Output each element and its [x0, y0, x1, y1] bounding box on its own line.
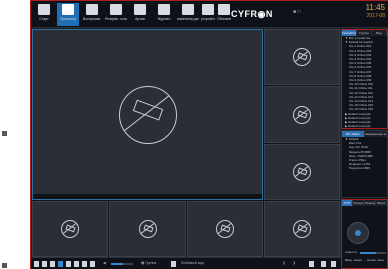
alarm-icon	[182, 4, 194, 15]
archive-icon	[134, 4, 146, 15]
ptz-tabs: PTZ Предуст. Маршрут Пауза	[342, 200, 387, 206]
ptz-speed-label: скорость	[345, 250, 358, 254]
favorite-icon[interactable]	[171, 261, 176, 267]
ptz-panel: PTZ Предуст. Маршрут Пауза скорость Ввод…	[341, 199, 388, 269]
tab-views[interactable]: Вид	[372, 30, 387, 36]
ptz-speed-fill	[360, 252, 376, 254]
settings-icon	[218, 4, 230, 15]
video-tile[interactable]	[264, 29, 340, 85]
ptz-speed-slider[interactable]	[360, 252, 386, 254]
group-selector[interactable]: ▦ Группа	[141, 261, 156, 265]
layout-9-icon[interactable]	[66, 261, 71, 267]
toolbar-item-live-view[interactable]: Просмотр	[57, 3, 79, 26]
toolbar-item-archive[interactable]: Архив	[129, 3, 151, 26]
tab-route[interactable]: Маршрут	[364, 200, 376, 206]
callout-marker-2	[2, 263, 7, 268]
info-table: ▼ Default Имя Ch1 Нау. бит 8192 Модель I…	[342, 137, 387, 171]
layout-16-icon[interactable]	[74, 261, 79, 267]
video-tile[interactable]	[32, 201, 108, 257]
no-camera-icon	[118, 85, 177, 144]
playback-icon	[86, 4, 98, 15]
no-camera-icon	[293, 105, 311, 124]
layout-25-icon[interactable]	[82, 261, 87, 267]
ptz-button[interactable]: Ввод. линия	[342, 258, 362, 262]
ptz-direction-pad[interactable]	[347, 222, 369, 244]
tab-ptz[interactable]: PTZ	[342, 200, 354, 206]
video-grid	[32, 29, 340, 257]
no-camera-icon	[138, 220, 157, 238]
favorite-view-label[interactable]: Любимый вид	[181, 261, 204, 265]
toolbar-item-playback[interactable]: Воспроизв.	[81, 3, 103, 26]
channel-info-panel: IPC status Информация канала ▼ Default И…	[341, 130, 388, 198]
volume-icon[interactable]: ◀	[103, 261, 106, 265]
tree-item[interactable]: ▶ Default Group(2)	[342, 124, 387, 128]
device-settings-icon	[202, 4, 214, 15]
snapshot-icon[interactable]	[321, 261, 326, 267]
device-tree: ▼ Все устройства ▼ Default Group(24) CH-…	[342, 36, 387, 128]
no-camera-icon	[293, 220, 311, 238]
layout-6-icon[interactable]	[50, 261, 55, 267]
no-camera-icon	[61, 220, 79, 238]
volume-slider[interactable]	[111, 263, 133, 265]
top-toolbar: Старт Просмотр Воспроизв. Резервн. копия…	[31, 1, 388, 28]
record-icon[interactable]	[331, 261, 336, 267]
bottom-toolbar: ◀ ▦ Группа Любимый вид ‹ ›	[31, 257, 341, 269]
status-indicators: ■ □	[293, 9, 301, 15]
live-view-icon	[62, 4, 74, 15]
prev-page-icon[interactable]: ‹	[283, 260, 285, 267]
callout-marker-1	[2, 131, 7, 136]
device-tree-panel: Устройство Группа Вид ▼ Все устройства ▼…	[341, 29, 388, 129]
ptz-button[interactable]: Автом. скан.	[364, 258, 384, 262]
tab-channel-info[interactable]: Информация канала	[364, 131, 387, 137]
tile-control-bar[interactable]	[33, 194, 262, 199]
no-camera-icon	[293, 163, 311, 181]
toolbar-item-settings[interactable]: Обновлен.верс.	[217, 3, 231, 26]
video-tile[interactable]	[264, 144, 340, 200]
video-tile[interactable]	[264, 201, 340, 257]
video-tile[interactable]	[264, 86, 340, 143]
toolbar-item-backup[interactable]: Резервн. копия	[105, 3, 127, 26]
menu-icon	[38, 4, 50, 15]
layout-8-icon[interactable]	[58, 261, 63, 267]
nvr-client-window: Старт Просмотр Воспроизв. Резервн. копия…	[30, 0, 388, 269]
video-tile-main[interactable]	[32, 29, 263, 200]
info-row: Подписка 4096	[349, 166, 370, 171]
video-tile[interactable]	[187, 201, 263, 257]
clock: 11:45 2017-08	[366, 3, 385, 21]
next-page-icon[interactable]: ›	[293, 260, 295, 267]
toolbar-item-start[interactable]: Старт	[33, 3, 55, 26]
tab-presets[interactable]: Предуст.	[353, 200, 365, 206]
no-camera-icon	[216, 220, 234, 238]
video-tile[interactable]	[109, 201, 186, 257]
layout-1-icon[interactable]	[34, 261, 39, 267]
clock-time: 11:45	[365, 3, 385, 12]
backup-icon	[110, 4, 122, 15]
fullscreen-icon[interactable]	[309, 261, 314, 267]
no-camera-icon	[293, 48, 311, 66]
toolbar-item-alarm[interactable]: изменени.данн.	[177, 3, 199, 26]
brand-logo: CYFR◉N	[231, 9, 273, 19]
layout-4-icon[interactable]	[42, 261, 47, 267]
tab-pause[interactable]: Пауза	[375, 200, 387, 206]
toolbar-item-log[interactable]: Журнал	[153, 3, 175, 26]
right-sidebar: Устройство Группа Вид ▼ Все устройства ▼…	[341, 29, 388, 269]
toolbar-item-device-settings[interactable]: устройст.настр.	[201, 3, 215, 26]
log-icon	[158, 4, 170, 15]
layout-36-icon[interactable]	[90, 261, 95, 267]
clock-date: 2017-08	[366, 13, 385, 19]
volume-fill	[111, 263, 124, 265]
